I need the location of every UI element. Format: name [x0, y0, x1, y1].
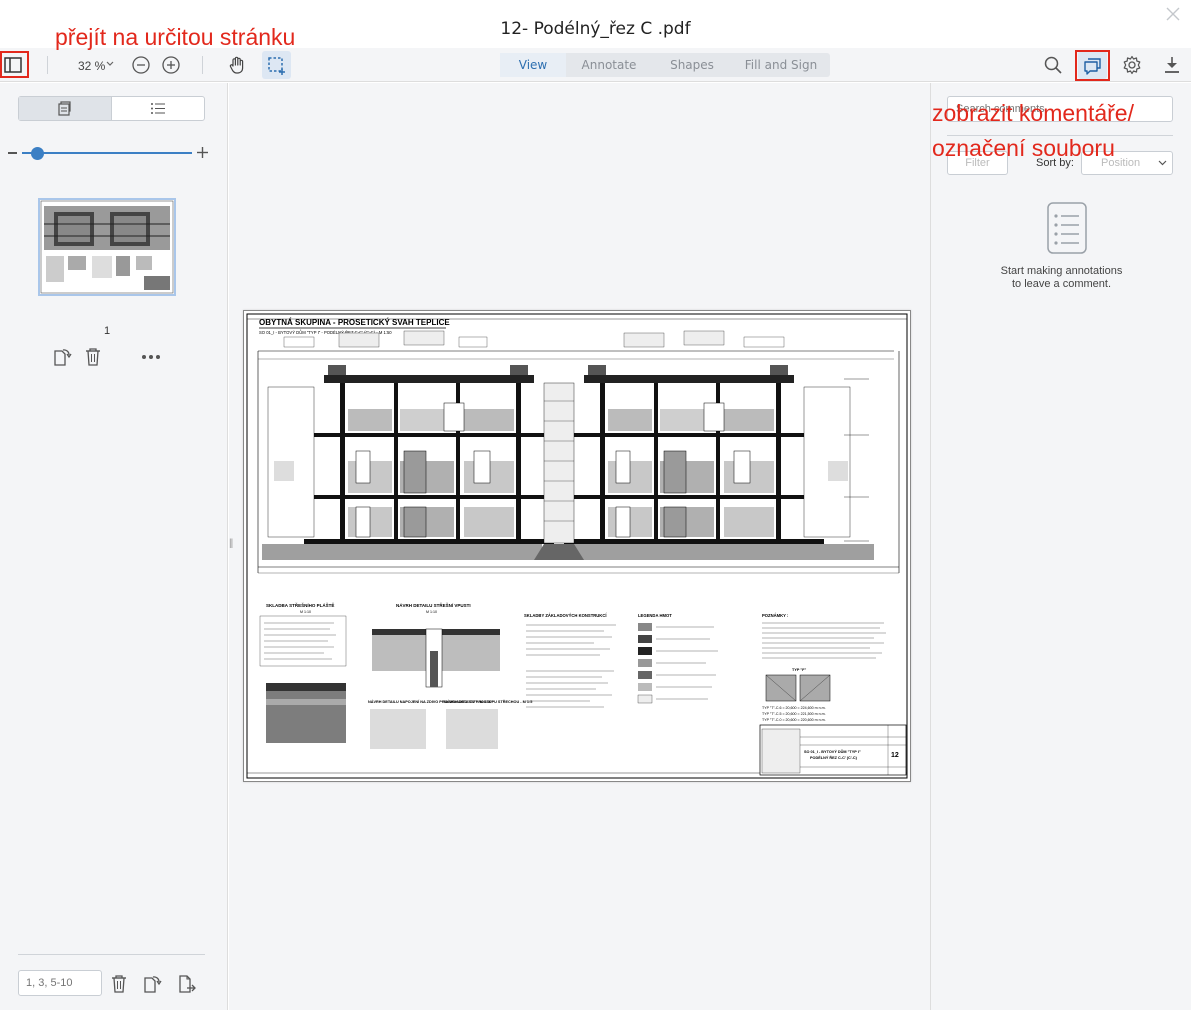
thumbnail-size-increase-icon[interactable] [197, 147, 208, 158]
stamp-title: SO 01_I - BYTOVÝ DŮM "TYP I" [804, 749, 861, 754]
settings-gear-icon[interactable] [1121, 54, 1143, 76]
navrh-detail [370, 628, 500, 749]
search-icon[interactable] [1042, 54, 1064, 76]
right-panel-gutter [920, 83, 930, 1010]
close-icon[interactable] [1166, 7, 1180, 21]
outline-view-button[interactable] [111, 97, 203, 120]
extract-pages-icon[interactable] [177, 973, 197, 995]
skladba-detail [259, 615, 347, 743]
legenda-heading: LEGENDA HMOT [638, 613, 672, 618]
pdf-page[interactable]: OBYTNÁ SKUPINA - PROSETICKÝ SVAH TEPLICE… [243, 310, 911, 782]
annotation-goto-page: přejít na určitou stránku [55, 24, 296, 50]
thumbnail-size-slider-thumb[interactable] [31, 147, 44, 160]
rotate-pages-icon[interactable] [142, 973, 162, 995]
left-panel-resize-handle[interactable]: || [229, 538, 233, 549]
empty-message-line-2: to leave a comment. [1011, 278, 1112, 290]
chevron-down-icon [1158, 160, 1167, 166]
mode-tabs: View Annotate Shapes Fill and Sign [500, 53, 830, 77]
page-range-input[interactable] [18, 970, 102, 996]
skladba-scale: M 1:10 [300, 610, 311, 614]
page-thumbnail-image [40, 200, 174, 294]
thumbnail-size-slider[interactable] [22, 152, 192, 154]
annotation-show-comments-line1: zobrazit komentáře/ [932, 100, 1134, 126]
main-toolbar: 32 % View Annotate Shapes Fill and Sign [0, 48, 1191, 82]
delete-pages-icon[interactable] [110, 973, 128, 995]
thumbnail-page-number: 1 [104, 325, 111, 337]
typ-label: TYP "F" [792, 668, 806, 672]
level-2: TYP "T"-C.5 = 20,600 = 221,500 m n.m. [762, 712, 826, 716]
zakladove-heading: SKLADBY ZÁKLADOVÝCH KONSTRUKCÍ [524, 613, 607, 618]
more-options-icon[interactable] [141, 354, 161, 360]
tab-fill-and-sign[interactable]: Fill and Sign [732, 53, 830, 77]
pan-hand-icon[interactable] [226, 54, 248, 76]
document-viewer[interactable]: || || OBYTNÁ SKUPINA - PROSETICKÝ SVAH T… [229, 83, 926, 1010]
outline-list-icon [151, 103, 165, 114]
poznamky-text [762, 622, 886, 659]
page-thumbnail[interactable] [38, 198, 176, 296]
annotation-show-comments-line2: označení souboru [932, 135, 1115, 161]
comments-panel: Filter Sort by: Position Start making an… [930, 83, 1191, 1010]
toolbar-separator [47, 56, 48, 74]
marquee-select-button[interactable] [262, 51, 291, 79]
prostup-heading: NÁVRH DETAILU PROSTUPU STŘECHOU - M 1:5 [444, 699, 532, 704]
empty-comments-message: Start making annotations to leave a comm… [931, 265, 1191, 291]
level-3: TYP "T"-C.0 = 20,600 = 220,600 m n.m. [762, 718, 826, 722]
empty-comments-icon [1047, 202, 1087, 254]
section-drawing [257, 330, 900, 574]
highlight-sidebar-toggle [0, 51, 29, 78]
navrh-scale: M 1:10 [426, 610, 437, 614]
drawing-title: OBYTNÁ SKUPINA - PROSETICKÝ SVAH TEPLICE [259, 318, 450, 327]
thumbnails-view-button[interactable] [19, 97, 111, 120]
poznamky-heading: POZNÁMKY : [762, 613, 788, 618]
zakladove-text [526, 624, 616, 708]
highlight-comments-button [1075, 50, 1110, 81]
stamp-subtitle: PODÉLNÝ ŘEZ C-C' (C'-C) [810, 755, 858, 760]
level-1: TYP "T"-C.6 = 20,600 = 224,600 m n.m. [762, 706, 826, 710]
zoom-select[interactable]: 32 % [64, 53, 122, 77]
legenda-swatches [637, 623, 718, 704]
toolbar-separator [202, 56, 203, 74]
navrh-heading: NÁVRH DETAILU STŘEŠNÍ VPUSTI [396, 601, 471, 608]
tab-shapes[interactable]: Shapes [652, 53, 732, 77]
title-stamp: SO 01_I - BYTOVÝ DŮM "TYP I" PODÉLNÝ ŘEZ… [759, 724, 907, 776]
panel-divider [18, 954, 205, 955]
thumbnail-panel: 1 [0, 83, 228, 1010]
panel-view-toggle [18, 96, 205, 121]
rotate-page-icon[interactable] [52, 346, 72, 368]
typ-plan [765, 674, 831, 702]
marquee-select-icon [268, 57, 285, 75]
tab-annotate[interactable]: Annotate [566, 53, 652, 77]
stamp-number: 12 [891, 752, 899, 759]
zoom-value: 32 % [78, 59, 106, 73]
architectural-drawing: OBYTNÁ SKUPINA - PROSETICKÝ SVAH TEPLICE… [246, 313, 908, 779]
zoom-out-icon[interactable] [130, 54, 152, 76]
delete-page-icon[interactable] [84, 346, 102, 368]
download-icon[interactable] [1161, 54, 1183, 76]
chevron-down-icon [106, 61, 114, 66]
thumbnail-size-decrease-icon[interactable] [8, 152, 17, 154]
zoom-in-icon[interactable] [160, 54, 182, 76]
thumbnails-icon [58, 101, 71, 116]
empty-message-line-1: Start making annotations [1000, 265, 1123, 277]
tab-view[interactable]: View [500, 53, 566, 77]
skladba-heading: SKLADBA STŘEŠNÍHO PLÁŠTĚ [266, 601, 334, 608]
